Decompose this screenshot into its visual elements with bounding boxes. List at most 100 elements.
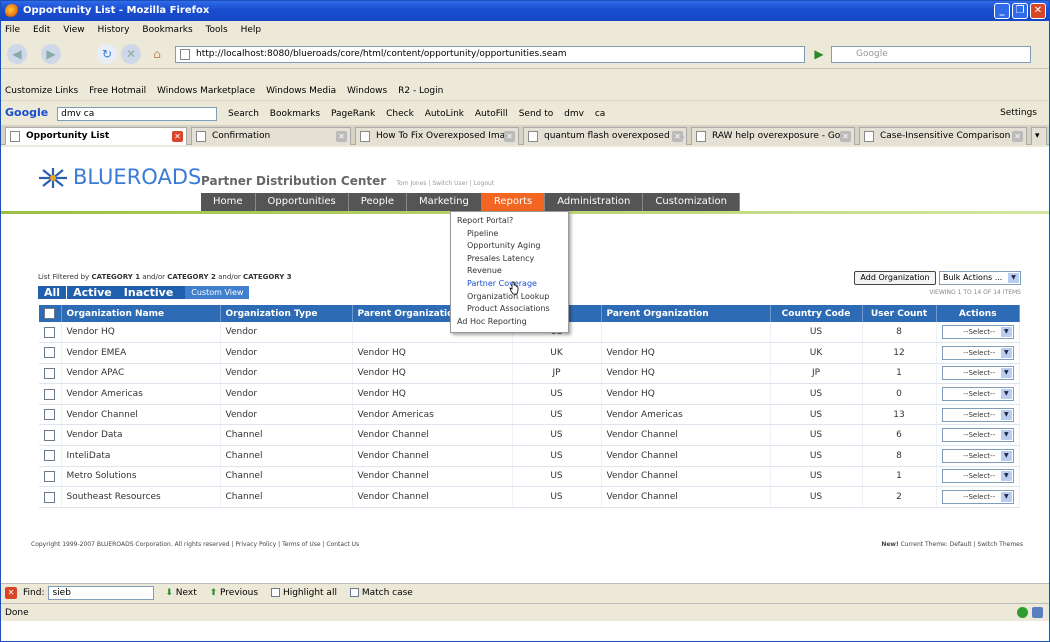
col-country-code[interactable]: Country Code	[770, 305, 863, 322]
table-row[interactable]: Vendor APAC Vendor Vendor HQ JP Vendor HQ JP 1…	[39, 363, 1020, 385]
row-checkbox[interactable]	[44, 367, 56, 379]
row-checkbox[interactable]	[44, 326, 56, 338]
row-action-select[interactable]: --Select-- ▼	[941, 366, 1014, 381]
close-tab-icon[interactable]: ✕	[672, 131, 683, 142]
row-action-select[interactable]: --Select-- ▼	[941, 387, 1014, 402]
tab-list-button[interactable]: ▾	[1031, 127, 1047, 145]
nav-reports[interactable]: Reports	[481, 193, 546, 211]
close-tab-icon[interactable]: ✕	[504, 131, 515, 142]
table-row[interactable]: Southeast Resources Channel Vendor Channel…	[39, 486, 1020, 508]
find-next-button[interactable]: ⬇ Next	[165, 588, 196, 598]
col-parent-organization-2[interactable]: Parent Organization	[601, 305, 771, 322]
close-tab-icon[interactable]: ✕	[172, 131, 183, 142]
google-check-button[interactable]: Check	[386, 109, 414, 119]
row-checkbox[interactable]	[44, 409, 56, 421]
google-autofill-button[interactable]: AutoFill	[475, 109, 508, 119]
table-row[interactable]: Vendor Channel Vendor Vendor Americas US Ven…	[39, 404, 1020, 426]
menu-opportunity-aging[interactable]: Opportunity Aging	[457, 240, 562, 253]
row-action-select[interactable]: --Select-- ▼	[941, 407, 1014, 422]
google-pagerank[interactable]: PageRank	[331, 109, 375, 119]
user-links[interactable]: Tom Jones | Switch User | Logout	[396, 180, 494, 187]
back-arrow-icon[interactable]: ◀	[7, 44, 27, 64]
nav-customization[interactable]: Customization	[643, 193, 741, 211]
menu-pipeline[interactable]: Pipeline	[457, 228, 562, 241]
bookmark-windows[interactable]: Windows	[347, 86, 387, 96]
menu-product-associations[interactable]: Product Associations	[457, 303, 562, 316]
nav-people[interactable]: People	[349, 193, 407, 211]
row-action-select[interactable]: --Select-- ▼	[941, 325, 1014, 340]
row-checkbox[interactable]	[44, 429, 56, 441]
home-icon[interactable]: ⌂	[147, 44, 167, 64]
menu-history[interactable]: History	[97, 25, 129, 35]
menu-file[interactable]: File	[5, 25, 20, 35]
close-find-icon[interactable]: ✕	[5, 586, 17, 599]
bookmark-r2-login[interactable]: R2 - Login	[398, 86, 443, 96]
row-checkbox[interactable]	[44, 491, 56, 503]
menu-revenue[interactable]: Revenue	[457, 265, 562, 278]
find-previous-button[interactable]: ⬆ Previous	[210, 588, 258, 598]
menu-help[interactable]: Help	[241, 25, 262, 35]
row-checkbox[interactable]	[44, 347, 56, 359]
menu-report-portal[interactable]: Report Portal?	[457, 215, 562, 228]
menu-view[interactable]: View	[63, 25, 84, 35]
menu-presales-latency[interactable]: Presales Latency	[457, 253, 562, 266]
maximize-button[interactable]: ❐	[1012, 3, 1028, 19]
row-checkbox[interactable]	[44, 470, 56, 482]
highlight-all-button[interactable]: Highlight all	[270, 588, 337, 598]
row-action-select[interactable]: --Select-- ▼	[941, 490, 1014, 505]
google-sendto-button[interactable]: Send to	[519, 109, 554, 119]
url-bar[interactable]: http://localhost:8080/blueroads/core/htm…	[175, 46, 805, 63]
minimize-button[interactable]: _	[994, 3, 1010, 19]
nav-opportunities[interactable]: Opportunities	[256, 193, 349, 211]
table-row[interactable]: InteliData Channel Vendor Channel US Vendor …	[39, 445, 1020, 467]
tab-quantum-flash[interactable]: quantum flash overexposed -... ✕	[523, 127, 687, 145]
filter-category-2[interactable]: CATEGORY 2	[167, 273, 216, 281]
tab-custom-view[interactable]: Custom View	[185, 286, 250, 299]
google-bookmarks-button[interactable]: Bookmarks	[270, 109, 320, 119]
bookmark-free-hotmail[interactable]: Free Hotmail	[89, 86, 146, 96]
nav-marketing[interactable]: Marketing	[407, 193, 482, 211]
add-organization-button[interactable]: Add Organization	[854, 271, 936, 285]
menu-ad-hoc-reporting[interactable]: Ad Hoc Reporting	[457, 316, 562, 329]
table-row[interactable]: Vendor Americas Vendor Vendor HQ US Vendor H…	[39, 383, 1020, 405]
row-checkbox[interactable]	[44, 388, 56, 400]
bookmark-windows-media[interactable]: Windows Media	[266, 86, 336, 96]
tab-all[interactable]: All	[38, 286, 68, 299]
table-row[interactable]: Metro Solutions Channel Vendor Channel US Ve…	[39, 466, 1020, 488]
row-action-select[interactable]: --Select-- ▼	[941, 345, 1014, 360]
row-action-select[interactable]: --Select-- ▼	[941, 428, 1014, 443]
row-checkbox[interactable]	[44, 450, 56, 462]
tab-confirmation[interactable]: Confirmation ✕	[191, 127, 351, 145]
menu-bookmarks[interactable]: Bookmarks	[142, 25, 192, 35]
google-dmv-button[interactable]: dmv	[564, 109, 584, 119]
tab-case-insensitive[interactable]: Case-Insensitive Comparison ... ✕	[859, 127, 1027, 145]
forward-arrow-icon[interactable]: ▶	[41, 44, 61, 64]
tab-opportunity-list[interactable]: Opportunity List ✕	[5, 127, 187, 145]
filter-category-3[interactable]: CATEGORY 3	[243, 273, 292, 281]
col-organization-name[interactable]: Organization Name	[61, 305, 221, 322]
google-search-button[interactable]: Search	[228, 109, 259, 119]
menu-edit[interactable]: Edit	[33, 25, 50, 35]
close-tab-icon[interactable]: ✕	[1012, 131, 1023, 142]
tab-inactive[interactable]: Inactive	[118, 286, 180, 299]
col-organization-type[interactable]: Organization Type	[220, 305, 353, 322]
google-ca-button[interactable]: ca	[595, 109, 605, 119]
menu-tools[interactable]: Tools	[206, 25, 228, 35]
bookmark-customize-links[interactable]: Customize Links	[5, 86, 78, 96]
table-row[interactable]: Vendor Data Channel Vendor Channel US Vendor…	[39, 424, 1020, 447]
tab-active[interactable]: Active	[67, 286, 118, 299]
row-action-select[interactable]: --Select-- ▼	[941, 448, 1014, 463]
close-window-button[interactable]: ✕	[1030, 3, 1046, 19]
reload-icon[interactable]: ↻	[97, 44, 117, 64]
table-row[interactable]: Vendor EMEA Vendor Vendor HQ UK Vendor HQ UK 1…	[39, 342, 1020, 364]
nav-home[interactable]: Home	[201, 193, 256, 211]
google-autolink-button[interactable]: AutoLink	[425, 109, 464, 119]
search-box[interactable]: Google	[831, 46, 1031, 63]
go-arrow-icon[interactable]: ▶	[809, 44, 829, 64]
google-settings-button[interactable]: Settings	[1000, 103, 1037, 123]
theme-links[interactable]: Current Theme: Default | Switch Themes	[899, 541, 1023, 548]
row-action-select[interactable]: --Select-- ▼	[941, 469, 1014, 484]
stop-icon[interactable]: ✕	[121, 44, 141, 64]
nav-administration[interactable]: Administration	[545, 193, 644, 211]
close-tab-icon[interactable]: ✕	[840, 131, 851, 142]
